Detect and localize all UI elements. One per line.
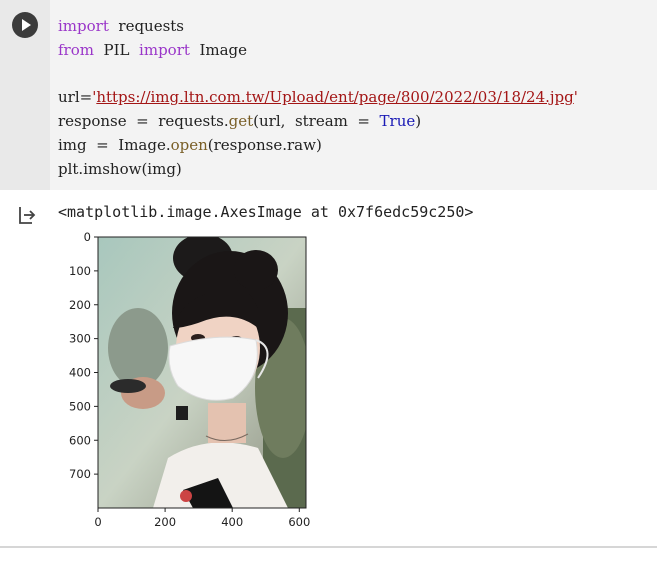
y-tick-label: 500 xyxy=(69,399,91,413)
output-text: <matplotlib.image.AxesImage at 0x7f6edc5… xyxy=(58,203,474,221)
keyword: import xyxy=(58,17,109,35)
x-axis: 0 200 400 600 xyxy=(94,508,310,529)
url-link[interactable]: https://img.ltn.com.tw/Upload/ent/page/8… xyxy=(96,88,573,106)
code-text: ) xyxy=(415,112,422,131)
code-text: img = Image. xyxy=(58,135,171,154)
function-name: get xyxy=(228,112,254,131)
x-tick-label: 0 xyxy=(94,515,101,529)
keyword: from xyxy=(58,40,94,59)
y-axis: 0 100 200 300 400 500 600 700 xyxy=(69,230,98,481)
code-text: (url, stream = xyxy=(253,112,380,131)
code-text: PIL xyxy=(93,40,140,59)
code-text: Image xyxy=(189,40,248,59)
function-name: open xyxy=(170,135,208,154)
keyword: import xyxy=(139,40,190,59)
code-line-5: response = requests.get(url, stream = Tr… xyxy=(58,110,657,134)
code-text: plt.imshow(img) xyxy=(58,159,182,178)
y-tick-label: 600 xyxy=(69,433,91,447)
x-tick-label: 200 xyxy=(154,515,176,529)
code-text: (response.raw) xyxy=(207,135,322,154)
code-text: response = requests. xyxy=(58,112,229,131)
photo-image xyxy=(98,237,306,508)
code-line-4: url= 'https://img.ltn.com.tw/Upload/ent/p… xyxy=(58,86,657,110)
y-tick-label: 300 xyxy=(69,332,91,346)
string-quote: ' xyxy=(573,88,578,107)
x-tick-label: 400 xyxy=(221,515,243,529)
y-tick-label: 700 xyxy=(69,467,91,481)
y-tick-label: 400 xyxy=(69,366,91,380)
code-line-2: from PIL import Image xyxy=(58,39,657,63)
code-line-1: import requests xyxy=(58,15,657,39)
x-tick-label: 600 xyxy=(288,515,310,529)
play-icon xyxy=(22,19,31,31)
y-tick-label: 100 xyxy=(69,264,91,278)
code-text: requests xyxy=(108,17,185,35)
imshow-plot: 0 100 200 300 400 500 600 700 0 200 400 600 xyxy=(69,230,310,529)
code-editor[interactable]: import requests from PIL import Image ur… xyxy=(50,0,657,190)
code-cell: import requests from PIL import Image ur… xyxy=(0,0,657,548)
boolean-literal: True xyxy=(379,112,416,131)
code-text: url= xyxy=(58,88,93,107)
y-tick-label: 0 xyxy=(84,230,91,244)
output-arrow-icon[interactable] xyxy=(17,205,37,225)
cell-gutter xyxy=(0,0,50,190)
code-line-7: plt.imshow(img) xyxy=(58,158,657,182)
code-line-3-blank xyxy=(58,63,657,87)
y-tick-label: 200 xyxy=(69,298,91,312)
code-line-6: img = Image.open(response.raw) xyxy=(58,134,657,158)
run-cell-button[interactable] xyxy=(12,12,38,38)
